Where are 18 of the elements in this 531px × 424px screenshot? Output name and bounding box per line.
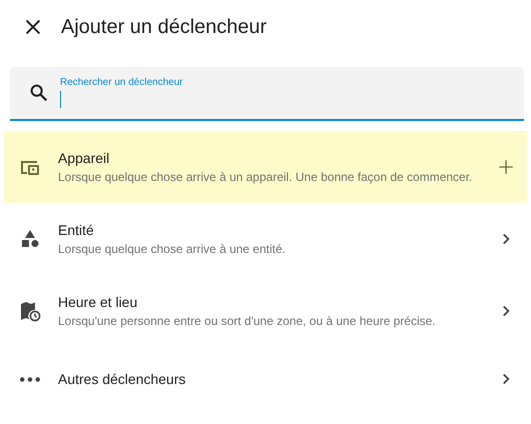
item-title: Autres déclencheurs <box>58 371 187 387</box>
dialog-title: Ajouter un déclencheur <box>61 16 267 38</box>
search-icon <box>28 82 50 104</box>
item-description: Lorsque quelque chose arrive à une entité. <box>58 242 286 256</box>
text-cursor <box>60 90 61 108</box>
trigger-item[interactable]: Entité Lorsque quelque chose arrive à une entité. <box>4 203 527 275</box>
more-icon <box>20 376 40 382</box>
trigger-item[interactable]: Autres déclencheurs <box>4 347 527 411</box>
trigger-item[interactable]: Heure et lieu Lorsqu'une personne entre ou sort d'une zone, ou à une heure précise. <box>4 275 527 347</box>
trigger-item[interactable]: Appareil Lorsque quelque chose arrive à un appareil. Une bonne façon de commencer. <box>4 131 527 203</box>
item-title: Heure et lieu <box>58 294 138 310</box>
item-description: Lorsque quelque chose arrive à un appareil. Une bonne façon de commencer. <box>58 170 474 184</box>
item-title: Appareil <box>58 150 110 166</box>
plus-icon[interactable] <box>497 158 515 176</box>
item-description: Lorsqu'une personne entre ou sort d'une zone, ou à une heure précise. <box>58 314 437 328</box>
item-title: Entité <box>58 222 95 238</box>
field-label: Rechercher un déclencheur <box>60 76 183 88</box>
map-clock-icon <box>18 299 42 323</box>
